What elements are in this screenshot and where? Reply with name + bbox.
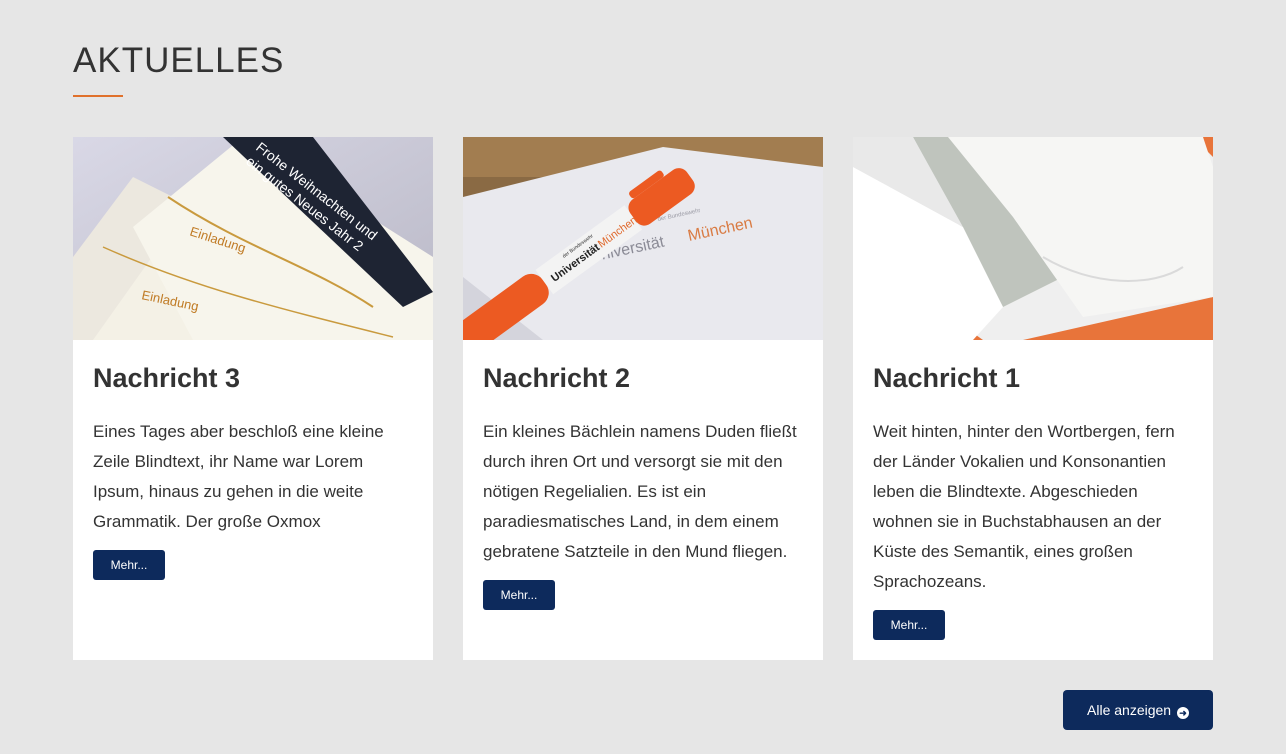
arrow-circle-right-icon: ➜ [1176,707,1189,719]
news-image-pen-letterhead[interactable]: der Bundeswehr Universität München der B… [463,137,823,340]
section-title: AKTUELLES [73,41,285,80]
show-all-label: Alle anzeigen [1087,702,1172,718]
news-card-2: der Bundeswehr Universität München der B… [463,137,823,660]
news-image-envelope[interactable] [853,137,1213,340]
news-title[interactable]: Nachricht 2 [483,362,803,394]
news-excerpt: Ein kleines Bächlein namens Duden fließt… [483,422,797,561]
envelope-photo [853,137,1213,340]
more-button[interactable]: Mehr... [93,550,165,580]
pen-letterhead-photo: der Bundeswehr Universität München der B… [463,137,823,340]
news-card-3: Frohe Weihnachten und ein gutes Neues Ja… [73,137,433,660]
greeting-cards-photo: Frohe Weihnachten und ein gutes Neues Ja… [73,137,433,340]
news-title[interactable]: Nachricht 3 [93,362,413,394]
more-button[interactable]: Mehr... [483,580,555,610]
title-underline [73,95,123,97]
news-image-greeting-cards[interactable]: Frohe Weihnachten und ein gutes Neues Ja… [73,137,433,340]
news-card-1: Nachricht 1 Weit hinten, hinter den Wort… [853,137,1213,660]
news-excerpt: Weit hinten, hinter den Wortbergen, fern… [873,422,1175,591]
show-all-button[interactable]: Alle anzeigen ➜ [1063,690,1213,730]
news-excerpt: Eines Tages aber beschloß eine kleine Ze… [93,422,384,531]
news-title[interactable]: Nachricht 1 [873,362,1193,394]
more-button[interactable]: Mehr... [873,610,945,640]
